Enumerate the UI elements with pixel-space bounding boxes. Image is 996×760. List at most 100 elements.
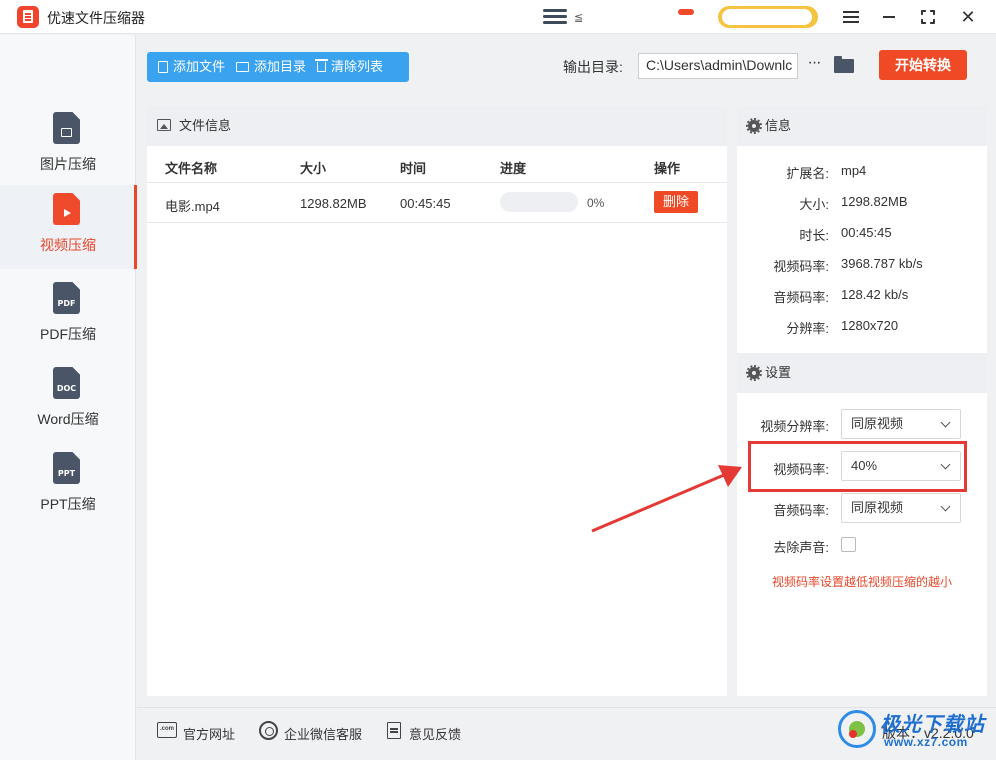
sidebar-item-ppt[interactable]: PPT PPT压缩 xyxy=(0,444,136,528)
wechat-support-link[interactable]: 企业微信客服 xyxy=(284,724,362,743)
pdf-file-icon: PDF xyxy=(53,282,80,314)
column-header-progress: 进度 xyxy=(500,161,527,176)
add-file-label: 添加文件 xyxy=(173,59,226,74)
audio-bitrate-select[interactable]: 同原视频 xyxy=(841,493,961,523)
titlebar-partial-text: ≦ xyxy=(574,12,584,24)
video-resolution-select[interactable]: 同原视频 xyxy=(841,409,961,439)
sidebar-item-label: PPT压缩 xyxy=(40,496,96,512)
gear-icon xyxy=(746,118,762,134)
file-size-cell: 1298.82MB xyxy=(300,196,367,211)
info-key: 扩展名: xyxy=(786,166,829,181)
info-value: 1280x720 xyxy=(841,318,899,333)
app-title: 优速文件压缩器 xyxy=(47,10,145,26)
column-header-size: 大小 xyxy=(300,161,327,176)
info-row-video-bitrate: 视频码率: 3968.787 kb/s xyxy=(737,256,987,276)
settings-header: 设置 xyxy=(737,353,987,393)
sidebar-item-pdf[interactable]: PDF PDF压缩 xyxy=(0,274,136,358)
folder-icon xyxy=(236,62,250,72)
sidebar: 图片压缩 视频压缩 PDF PDF压缩 DOC Word压缩 PPT PPT压缩 xyxy=(0,35,137,760)
clear-list-label: 清除列表 xyxy=(331,59,384,74)
file-name-cell: 电影.mp4 xyxy=(165,199,220,214)
output-dir-label: 输出目录: xyxy=(563,59,623,75)
delete-button[interactable]: 删除 xyxy=(654,191,698,213)
feedback-link[interactable]: 意见反馈 xyxy=(409,724,461,743)
progress-bar xyxy=(500,192,578,212)
clear-list-button[interactable]: 清除列表 xyxy=(306,52,383,82)
audio-bitrate-label: 音频码率: xyxy=(773,503,829,518)
info-value: mp4 xyxy=(841,163,867,178)
row-divider xyxy=(147,222,727,223)
info-panel: 信息 扩展名: mp4 大小: 1298.82MB 时长: 00:45:45 视… xyxy=(737,106,987,696)
account-pill[interactable] xyxy=(718,6,818,28)
sidebar-item-label: 图片压缩 xyxy=(40,156,96,172)
add-file-button[interactable]: 添加文件 xyxy=(147,52,225,82)
info-row-size: 大小: 1298.82MB xyxy=(737,194,987,214)
info-row-resolution: 分辨率: 1280x720 xyxy=(737,318,987,338)
info-row-extension: 扩展名: mp4 xyxy=(737,163,987,183)
chevron-down-icon xyxy=(940,417,951,428)
file-panel-title: 文件信息 xyxy=(179,118,232,133)
header-divider xyxy=(147,182,727,183)
info-value: 00:45:45 xyxy=(841,225,892,240)
settings-title: 设置 xyxy=(765,365,792,380)
info-key: 分辨率: xyxy=(786,321,829,336)
column-header-time: 时间 xyxy=(400,161,427,176)
sidebar-item-video[interactable]: 视频压缩 xyxy=(0,185,137,269)
brand-logo-icon xyxy=(543,9,567,25)
image-file-icon xyxy=(53,112,80,144)
menu-icon[interactable] xyxy=(840,6,862,28)
info-row-duration: 时长: 00:45:45 xyxy=(737,225,987,245)
minimize-icon[interactable] xyxy=(878,6,900,28)
watermark-url: www.xz7.com xyxy=(884,735,968,749)
ppt-file-icon: PPT xyxy=(53,452,80,484)
gear-icon xyxy=(746,365,762,381)
file-panel-header: 文件信息 xyxy=(147,106,727,146)
remove-audio-label: 去除声音: xyxy=(773,540,829,555)
watermark: 极光下载站 www.xz7.com xyxy=(834,704,994,758)
remove-audio-checkbox[interactable] xyxy=(841,537,856,552)
info-key: 时长: xyxy=(799,228,829,243)
start-convert-button[interactable]: 开始转换 xyxy=(879,50,967,80)
file-list-panel: 文件信息 文件名称 大小 时间 进度 操作 电影.mp4 1298.82MB 0… xyxy=(147,106,727,696)
info-key: 大小: xyxy=(799,197,829,212)
info-row-audio-bitrate: 音频码率: 128.42 kb/s xyxy=(737,287,987,307)
doc-file-icon: DOC xyxy=(53,367,80,399)
trash-icon xyxy=(315,59,329,72)
open-folder-icon[interactable] xyxy=(834,56,854,73)
file-icon xyxy=(158,61,168,73)
info-value: 3968.787 kb/s xyxy=(841,256,923,271)
title-bar: 优速文件压缩器 ≦ ✕ xyxy=(0,0,996,34)
info-panel-header: 信息 xyxy=(737,106,987,146)
more-options-button[interactable]: ··· xyxy=(805,54,823,76)
official-website-link[interactable]: 官方网址 xyxy=(183,724,235,743)
sidebar-item-label: 视频压缩 xyxy=(40,237,96,253)
file-time-cell: 00:45:45 xyxy=(400,196,451,211)
info-value: 128.42 kb/s xyxy=(841,287,909,302)
video-resolution-value: 同原视频 xyxy=(851,416,904,431)
annotation-arrow xyxy=(591,465,742,533)
output-dir-input[interactable]: C:\Users\admin\Downlc xyxy=(638,53,798,79)
feedback-icon xyxy=(387,722,401,739)
notification-badge[interactable] xyxy=(678,9,694,15)
close-icon[interactable]: ✕ xyxy=(957,6,979,28)
file-actions-group: 添加文件 添加目录 清除列表 xyxy=(147,52,409,82)
wechat-icon xyxy=(259,721,278,740)
sidebar-item-label: PDF压缩 xyxy=(40,326,96,342)
sidebar-item-label: Word压缩 xyxy=(37,411,99,427)
website-icon: .com xyxy=(157,722,177,738)
info-key: 音频码率: xyxy=(773,290,829,305)
watermark-logo-icon xyxy=(838,710,876,748)
video-file-icon xyxy=(53,193,80,225)
chevron-down-icon xyxy=(940,501,951,512)
sidebar-item-image[interactable]: 图片压缩 xyxy=(0,104,136,188)
annotation-highlight-box xyxy=(748,441,967,492)
watermark-dot xyxy=(849,730,857,738)
info-value: 1298.82MB xyxy=(841,194,908,209)
watermark-text: 极光下载站 xyxy=(880,714,985,736)
app-logo-icon xyxy=(17,6,39,28)
add-directory-button[interactable]: 添加目录 xyxy=(225,52,306,82)
maximize-icon[interactable] xyxy=(917,6,939,28)
bitrate-hint: 视频码率设置越低视频压缩的越小 xyxy=(771,575,952,589)
sidebar-item-word[interactable]: DOC Word压缩 xyxy=(0,359,136,443)
column-header-action: 操作 xyxy=(654,161,681,176)
